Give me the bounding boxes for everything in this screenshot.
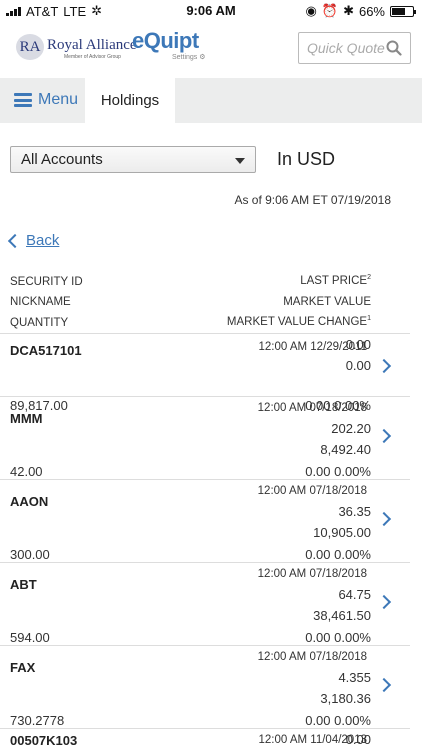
quantity: 42.00	[10, 464, 43, 479]
chevron-right-icon[interactable]	[376, 677, 392, 693]
footnote-1: 1	[367, 315, 371, 323]
account-select[interactable]: All Accounts	[10, 146, 256, 173]
settings-label[interactable]: Settings	[172, 54, 197, 61]
holding-row[interactable]: FAX 12:00 AM 07/18/2018 4.355 3,180.36 7…	[0, 646, 422, 729]
quantity: 730.2778	[10, 713, 65, 728]
last-price: 0.00	[345, 337, 371, 352]
col-mv-change: MARKET VALUE CHANGE1	[226, 315, 371, 328]
status-bar: AT&T LTE ✲ 9:06 AM ◉ ⏰ ✱ 66%	[0, 0, 422, 22]
col-last-price-label: LAST PRICE	[300, 275, 368, 287]
price-date: 12:00 AM 07/18/2018	[257, 402, 367, 414]
col-nickname: NICKNAME	[10, 296, 71, 308]
security-id: 00507K103	[10, 733, 78, 748]
chevron-left-icon	[7, 233, 23, 249]
col-quantity: QUANTITY	[10, 317, 69, 329]
holding-row[interactable]: 00507K103 12:00 AM 11/04/2013 0.00	[0, 729, 422, 750]
chevron-right-icon[interactable]	[376, 594, 392, 610]
chevron-right-icon[interactable]	[376, 358, 392, 374]
security-id: FAX	[10, 660, 36, 675]
royal-alliance-logo-icon: RA	[16, 34, 44, 60]
market-value-change: 0.00 0.00%	[305, 713, 371, 728]
last-price: 36.35	[338, 504, 371, 519]
app-header: RA Royal Alliance Member of Advisor Grou…	[0, 22, 422, 78]
security-id: MMM	[10, 411, 43, 426]
holding-row[interactable]: MMM 12:00 AM 07/18/2018 202.20 8,492.40 …	[0, 397, 422, 480]
account-select-value: All Accounts	[21, 151, 103, 168]
price-date: 12:00 AM 07/18/2018	[257, 568, 367, 580]
dropdown-caret-icon	[235, 158, 245, 164]
chevron-right-icon[interactable]	[376, 511, 392, 527]
status-right: ◉ ⏰ ✱ 66%	[305, 3, 416, 19]
chevron-right-icon[interactable]	[376, 428, 392, 444]
settings-link[interactable]: Settings ⚙	[172, 53, 206, 61]
tab-holdings[interactable]: Holdings	[85, 78, 175, 123]
quick-quote-placeholder: Quick Quote	[307, 40, 385, 56]
market-value-change: 0.00 0.00%	[305, 630, 371, 645]
quantity: 300.00	[10, 547, 50, 562]
market-value: 10,905.00	[313, 525, 371, 540]
hamburger-icon	[14, 93, 32, 107]
menu-button[interactable]: Menu	[14, 91, 78, 109]
market-value: 3,180.36	[320, 691, 371, 706]
last-price: 202.20	[331, 421, 371, 436]
quick-quote-input[interactable]: Quick Quote	[298, 32, 411, 64]
currency-label: In USD	[277, 149, 336, 169]
nav-bar: Menu Holdings	[0, 78, 422, 123]
market-value: 0.00	[345, 358, 371, 373]
col-security-id: SECURITY ID	[10, 276, 83, 288]
bluetooth-icon: ✱	[343, 3, 354, 18]
last-price: 4.355	[338, 670, 371, 685]
market-value: 8,492.40	[320, 442, 371, 457]
as-of-timestamp: As of 9:06 AM ET 07/19/2018	[234, 193, 391, 207]
holding-row[interactable]: ABT 12:00 AM 07/18/2018 64.75 38,461.50 …	[0, 563, 422, 646]
brand-subtitle: Member of Advisor Group	[64, 54, 121, 60]
alarm-icon: ⏰	[321, 3, 339, 18]
col-mv-change-label: MARKET VALUE CHANGE	[226, 316, 368, 328]
footnote-2: 2	[367, 274, 371, 282]
back-link[interactable]: Back	[7, 232, 60, 249]
brand-name: Royal Alliance	[47, 37, 137, 53]
holding-row[interactable]: AAON 12:00 AM 07/18/2018 36.35 10,905.00…	[0, 480, 422, 563]
price-date: 12:00 AM 07/18/2018	[257, 651, 367, 663]
last-price: 0.00	[345, 732, 371, 747]
search-icon[interactable]	[386, 40, 402, 56]
market-value: 38,461.50	[313, 608, 371, 623]
app-logo: eQuipt	[132, 28, 199, 53]
rotation-lock-icon: ◉	[305, 3, 317, 18]
col-last-price: LAST PRICE2	[300, 274, 371, 287]
last-price: 64.75	[338, 587, 371, 602]
market-value-change: 0.00 0.00%	[305, 464, 371, 479]
price-date: 12:00 AM 07/18/2018	[257, 485, 367, 497]
col-market-value: MARKET VALUE	[283, 296, 371, 308]
market-value-change: 0.00 0.00%	[305, 547, 371, 562]
quantity: 594.00	[10, 630, 50, 645]
menu-label: Menu	[38, 91, 79, 108]
back-label: Back	[26, 232, 60, 249]
security-id: DCA517101	[10, 343, 82, 358]
security-id: AAON	[10, 494, 49, 509]
security-id: ABT	[10, 577, 37, 592]
battery-icon	[390, 5, 416, 17]
battery-percent: 66%	[358, 3, 385, 19]
